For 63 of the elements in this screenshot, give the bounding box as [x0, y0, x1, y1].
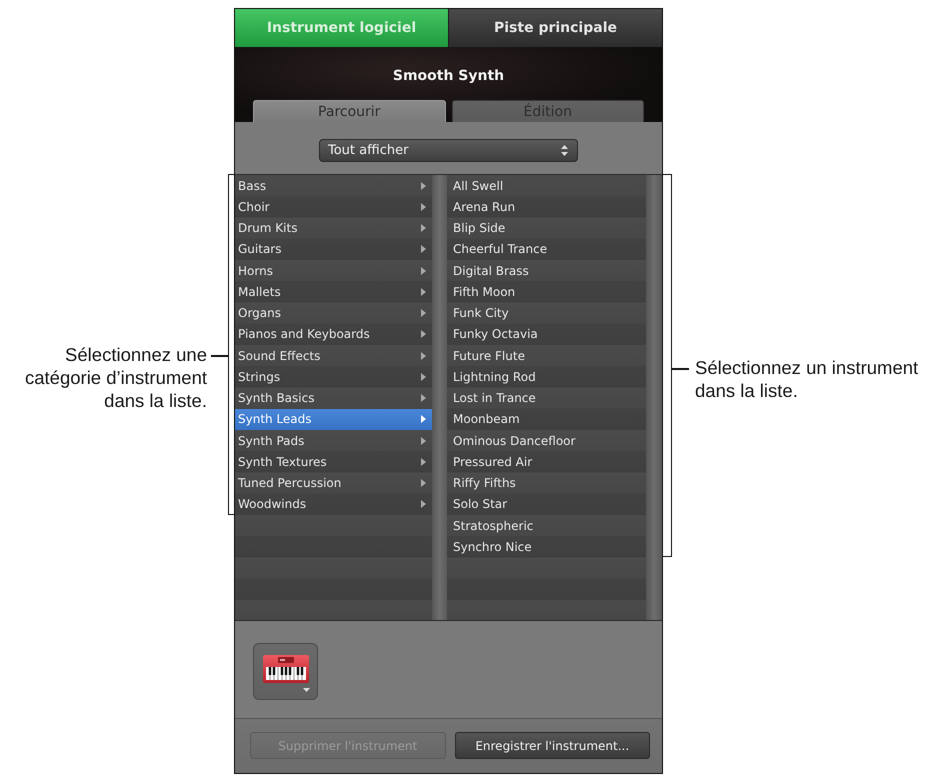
mode-tab[interactable]: Piste principale — [448, 9, 662, 47]
right-arrow-icon — [421, 479, 426, 488]
right-arrow-icon — [421, 500, 426, 508]
instrument-item[interactable]: Lightning Rod — [447, 366, 646, 388]
category-item[interactable]: Organs — [235, 302, 432, 324]
instrument-item[interactable]: Blip Side — [447, 218, 646, 239]
right-arrow-icon — [421, 458, 426, 466]
category-item[interactable]: Choir — [235, 196, 432, 218]
up-down-arrows-icon — [561, 145, 568, 156]
leader-line — [211, 355, 228, 356]
instrument-item[interactable]: Stratospheric — [447, 515, 646, 536]
right-arrow-icon — [421, 288, 426, 296]
instrument-item[interactable]: All Swell — [447, 175, 646, 196]
category-item[interactable]: Drum Kits — [235, 218, 432, 239]
category-item[interactable]: Tuned Percussion — [235, 472, 432, 494]
action-button[interactable]: Enregistrer l'instrument... — [454, 732, 650, 759]
instrument-item[interactable]: Moonbeam — [447, 408, 646, 430]
right-arrow-icon — [421, 224, 426, 232]
right-arrow-icon — [421, 394, 426, 402]
view-tab[interactable]: Parcourir — [253, 100, 446, 122]
category-item[interactable]: Guitars — [235, 238, 432, 260]
category-item[interactable]: Sound Effects — [235, 345, 432, 366]
category-item[interactable]: Synth Textures — [235, 451, 432, 472]
right-arrow-icon — [421, 415, 426, 424]
category-item[interactable]: Pianos and Keyboards — [235, 324, 432, 345]
right-arrow-icon — [421, 182, 426, 190]
callout-text: Sélectionnez un instrument dans la liste. — [695, 356, 918, 402]
right-arrow-icon — [421, 309, 426, 318]
instrument-item[interactable]: Funky Octavia — [447, 324, 646, 345]
caret-icon — [303, 688, 310, 692]
category-item[interactable]: Mallets — [235, 281, 432, 302]
filter-popup[interactable]: Tout afficher — [319, 139, 578, 162]
category-item[interactable]: Horns — [235, 260, 432, 282]
category-item[interactable]: Synth Basics — [235, 388, 432, 409]
right-arrow-icon — [421, 372, 426, 381]
instrument-item[interactable]: Arena Run — [447, 196, 646, 218]
instrument-item[interactable]: Cheerful Trance — [447, 238, 646, 260]
instrument-item[interactable]: Future Flute — [447, 345, 646, 366]
instrument-item[interactable]: Synchro Nice — [447, 536, 646, 558]
right-arrow-icon — [421, 352, 426, 360]
category-item[interactable]: Woodwinds — [235, 494, 432, 515]
right-arrow-icon — [421, 245, 426, 254]
instrument-item[interactable]: Pressured Air — [447, 451, 646, 472]
instrument-item[interactable]: Ominous Dancefloor — [447, 430, 646, 452]
right-arrow-icon — [421, 436, 426, 445]
instrument-item[interactable]: Fifth Moon — [447, 281, 646, 302]
leader-line — [672, 368, 689, 370]
instrument-item[interactable]: Solo Star — [447, 494, 646, 515]
category-item[interactable]: Strings — [235, 366, 432, 388]
instrument-icon-button[interactable] — [253, 643, 318, 700]
instrument-item[interactable]: Riffy Fifths — [447, 472, 646, 494]
category-item[interactable]: Synth Pads — [235, 430, 432, 452]
right-arrow-icon — [421, 266, 426, 275]
instrument-item[interactable]: Lost in Trance — [447, 388, 646, 409]
category-item[interactable]: Bass — [235, 175, 432, 196]
right-arrow-icon — [421, 330, 426, 338]
instrument-item[interactable]: Funk City — [447, 302, 646, 324]
right-arrow-icon — [421, 202, 426, 211]
instrument-item[interactable]: Digital Brass — [447, 260, 646, 282]
keyboard-icon — [262, 654, 308, 682]
callout-text: Sélectionnez une catégorie d’instrument dans la liste. — [24, 343, 207, 412]
category-item[interactable]: Synth Leads — [235, 408, 432, 430]
instrument-name: Smooth Synth — [392, 67, 504, 85]
